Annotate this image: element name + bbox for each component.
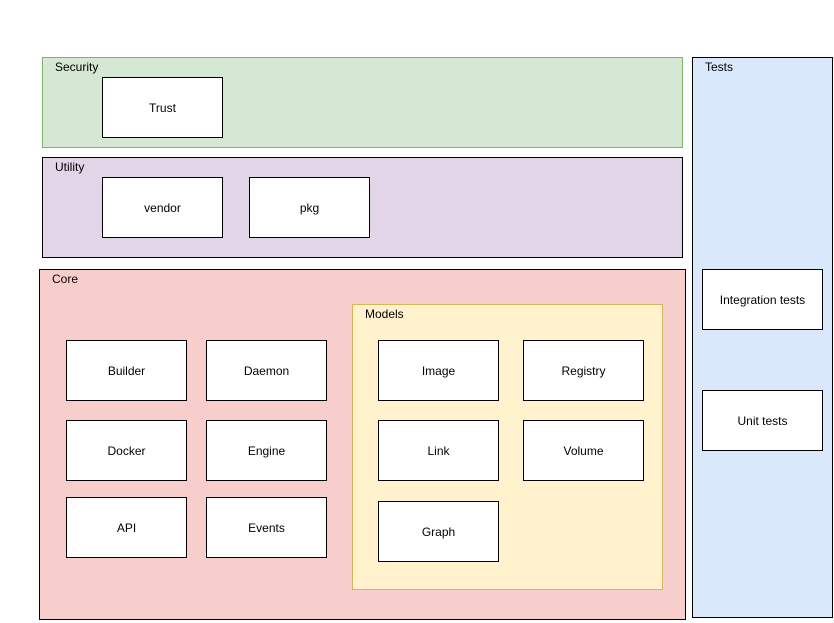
events-box[interactable]: Events: [206, 497, 327, 558]
tests-group: Tests: [692, 57, 833, 618]
pkg-box[interactable]: pkg: [249, 177, 370, 238]
security-label: Security: [55, 60, 99, 74]
graph-box[interactable]: Graph: [378, 501, 499, 562]
utility-label: Utility: [55, 160, 85, 174]
image-box[interactable]: Image: [378, 340, 499, 401]
registry-box[interactable]: Registry: [523, 340, 644, 401]
tests-label: Tests: [705, 60, 734, 74]
api-box[interactable]: API: [66, 497, 187, 558]
integration-tests-box[interactable]: Integration tests: [702, 269, 823, 330]
vendor-box[interactable]: vendor: [102, 177, 223, 238]
volume-box[interactable]: Volume: [523, 420, 644, 481]
docker-box[interactable]: Docker: [66, 420, 187, 481]
models-label: Models: [365, 307, 404, 321]
builder-box[interactable]: Builder: [66, 340, 187, 401]
engine-box[interactable]: Engine: [206, 420, 327, 481]
daemon-box[interactable]: Daemon: [206, 340, 327, 401]
link-box[interactable]: Link: [378, 420, 499, 481]
trust-box[interactable]: Trust: [102, 77, 223, 138]
core-label: Core: [52, 272, 79, 286]
unit-tests-box[interactable]: Unit tests: [702, 390, 823, 451]
